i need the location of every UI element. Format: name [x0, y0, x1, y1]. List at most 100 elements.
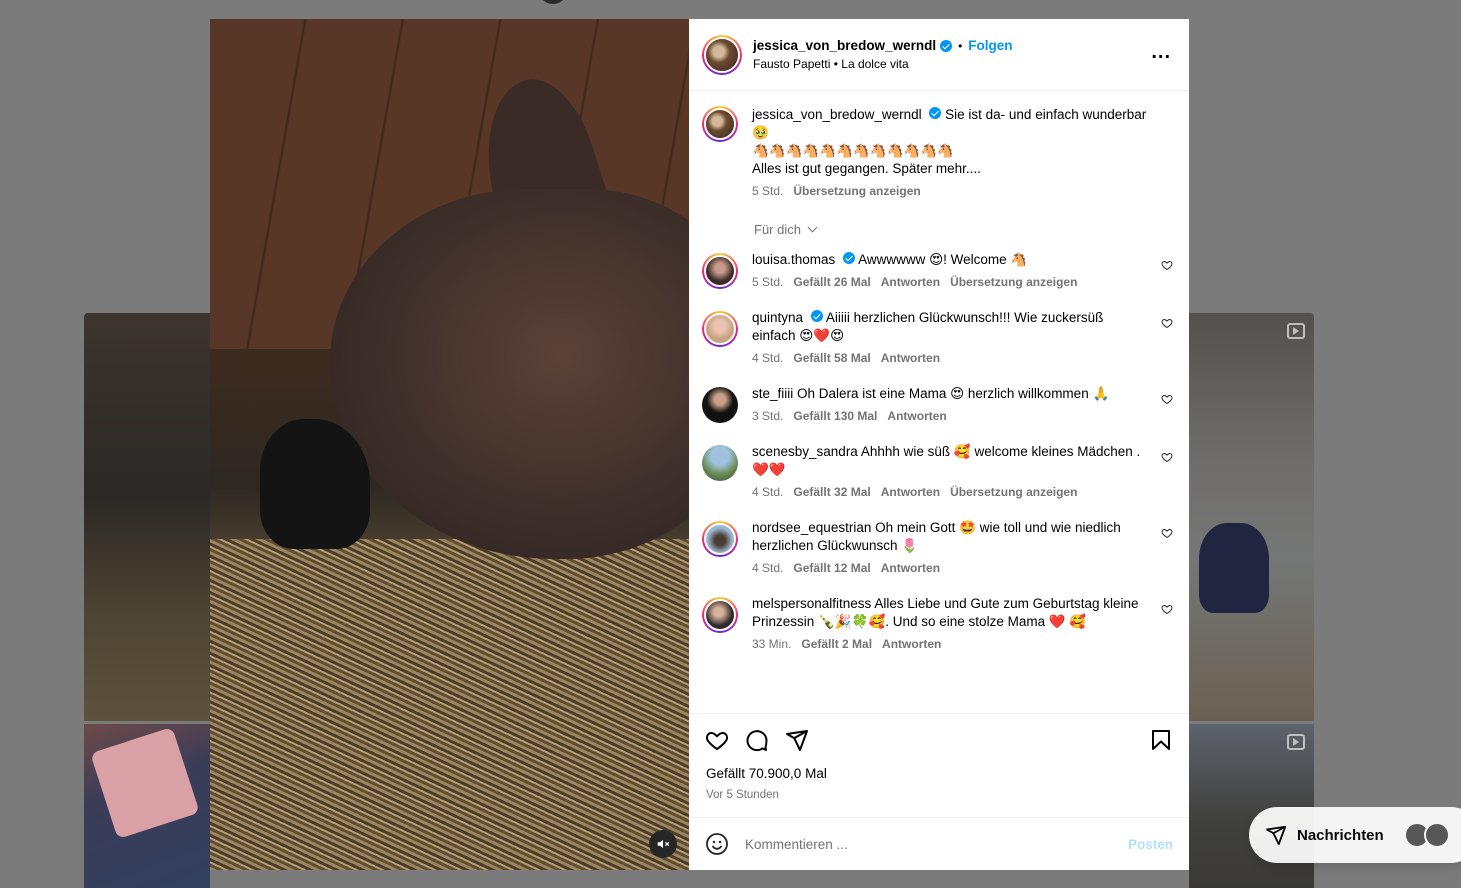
background-post-tile[interactable] [84, 724, 210, 888]
verified-badge-icon [940, 39, 953, 52]
music-track[interactable]: La dolce vita [841, 57, 908, 71]
comment-avatar[interactable] [702, 311, 738, 347]
music-artist[interactable]: Fausto Papetti [753, 57, 830, 71]
comment-likes[interactable]: Gefällt 26 Mal [793, 273, 870, 291]
like-count[interactable]: Gefällt 70.900,0 Mal [706, 766, 1189, 781]
post-modal: jessica_von_bredow_werndl • Folgen Faust… [210, 19, 1189, 870]
messages-label: Nachrichten [1297, 826, 1384, 844]
reply-button[interactable]: Antworten [881, 349, 940, 367]
chevron-down-icon [807, 222, 818, 233]
comment-username[interactable]: scenesby_sandra [752, 444, 858, 459]
heart-icon[interactable] [1161, 451, 1173, 463]
message-avatars [1403, 822, 1450, 848]
comment: quintyna Aiiiii herzlichen Glückwunsch!!… [689, 309, 1189, 367]
comment-avatar[interactable] [702, 445, 738, 481]
post-actions: Gefällt 70.900,0 Mal Vor 5 Stunden [689, 713, 1189, 801]
caption: jessica_von_bredow_werndl Sie ist da- un… [689, 92, 1189, 200]
comment-avatar[interactable] [702, 253, 738, 289]
comment-likes[interactable]: Gefällt 130 Mal [793, 407, 877, 425]
background-post-tile[interactable] [1189, 724, 1314, 888]
comments-list[interactable]: jessica_von_bredow_werndl Sie ist da- un… [689, 92, 1189, 712]
like-heart-icon[interactable] [705, 728, 729, 752]
translate-link[interactable]: Übersetzung anzeigen [950, 273, 1077, 291]
comment-bubble-icon[interactable] [745, 728, 769, 752]
heart-icon[interactable] [1161, 317, 1173, 329]
comment-filter-dropdown[interactable]: Für dich [754, 222, 1189, 237]
filter-label: Für dich [754, 222, 801, 237]
comment-likes[interactable]: Gefällt 32 Mal [793, 483, 870, 501]
caption-text: 🐴🐴🐴🐴🐴🐴🐴🐴🐴🐴🐴🐴 [752, 143, 954, 158]
verified-badge-icon [810, 310, 823, 322]
comment: nordsee_equestrian Oh mein Gott 🤩 wie to… [689, 519, 1189, 577]
reply-button[interactable]: Antworten [881, 483, 940, 501]
comment: louisa.thomas Awwwwww 😍! Welcome 🐴 5 Std… [689, 251, 1189, 291]
more-options-button[interactable]: ... [1151, 42, 1171, 62]
reply-button[interactable]: Antworten [881, 273, 940, 291]
comment: ste_fiiii Oh Dalera ist eine Mama 😍 herz… [689, 385, 1189, 425]
comment-time[interactable]: 4 Std. [752, 559, 783, 577]
translate-link[interactable]: Übersetzung anzeigen [793, 182, 920, 200]
comment-username[interactable]: ste_fiiii [752, 386, 793, 401]
direct-message-icon [1265, 825, 1287, 846]
comment-time[interactable]: 4 Std. [752, 483, 783, 501]
horse-image [1199, 523, 1269, 613]
reel-icon [1287, 734, 1305, 750]
background-post-tile[interactable] [1189, 313, 1314, 721]
follow-button[interactable]: Folgen [968, 38, 1012, 53]
heart-icon[interactable] [1161, 393, 1173, 405]
emoji-picker-icon[interactable] [705, 832, 729, 856]
comment-username[interactable]: quintyna [752, 310, 803, 325]
caption-text: Alles ist gut gegangen. Später mehr.... [752, 161, 981, 176]
comment-likes[interactable]: Gefällt 2 Mal [801, 635, 872, 653]
reply-button[interactable]: Antworten [881, 559, 940, 577]
comment-likes[interactable]: Gefällt 12 Mal [793, 559, 870, 577]
comment-time[interactable]: 5 Std. [752, 273, 783, 291]
comment-time[interactable]: 4 Std. [752, 349, 783, 367]
heart-icon[interactable] [1161, 603, 1173, 615]
comment: scenesby_sandra Ahhhh wie süß 🥰 welcome … [689, 443, 1189, 501]
reel-icon [1287, 323, 1305, 339]
heart-icon[interactable] [1161, 527, 1173, 539]
share-paper-plane-icon[interactable] [785, 728, 809, 752]
caption-avatar[interactable] [702, 106, 738, 142]
separator: • [958, 38, 963, 53]
comment-time[interactable]: 3 Std. [752, 407, 783, 425]
background-avatar [540, 0, 566, 4]
caption-username[interactable]: jessica_von_bredow_werndl [752, 107, 922, 122]
translate-link[interactable]: Übersetzung anzeigen [950, 483, 1077, 501]
author-username[interactable]: jessica_von_bredow_werndl [753, 38, 936, 53]
comment-avatar[interactable] [702, 521, 738, 557]
background-post-tile[interactable] [84, 313, 210, 721]
author-avatar[interactable] [702, 34, 742, 75]
post-video[interactable] [210, 19, 689, 870]
caption-time[interactable]: 5 Std. [752, 182, 783, 200]
foal [260, 419, 370, 549]
reply-button[interactable]: Antworten [882, 635, 941, 653]
foam-finger-image [90, 726, 200, 840]
comment-time[interactable]: 33 Min. [752, 635, 791, 653]
messages-pill[interactable]: Nachrichten [1249, 807, 1461, 863]
comment-text: Awwwwww 😍! Welcome 🐴 [858, 252, 1028, 267]
comment-text: Aiiiii herzlichen Glückwunsch!!! Wie zuc… [752, 310, 1104, 343]
audio-info[interactable]: Fausto Papetti • La dolce vita [753, 57, 1013, 71]
post-time[interactable]: Vor 5 Stunden [706, 789, 1189, 801]
mare-head [330, 189, 689, 559]
verified-badge-icon [843, 252, 856, 264]
post-header: jessica_von_bredow_werndl • Folgen Faust… [689, 19, 1189, 91]
comment-likes[interactable]: Gefällt 58 Mal [793, 349, 870, 367]
post-sidebar: jessica_von_bredow_werndl • Folgen Faust… [689, 19, 1189, 870]
comment-avatar[interactable] [702, 597, 738, 633]
verified-badge-icon [929, 107, 942, 119]
comment-username[interactable]: louisa.thomas [752, 252, 835, 267]
speaker-muted-icon [657, 839, 670, 849]
comment-input[interactable]: Kommentieren ... [745, 837, 1128, 852]
bookmark-icon[interactable] [1149, 728, 1173, 752]
heart-icon[interactable] [1161, 259, 1173, 271]
comment-username[interactable]: nordsee_equestrian [752, 520, 871, 535]
comment-username[interactable]: melspersonalfitness [752, 596, 871, 611]
mute-button[interactable] [649, 830, 677, 858]
reply-button[interactable]: Antworten [887, 407, 946, 425]
comment-avatar[interactable] [702, 387, 738, 423]
post-comment-button[interactable]: Posten [1128, 837, 1173, 852]
comment: melspersonalfitness Alles Liebe und Gute… [689, 595, 1189, 653]
